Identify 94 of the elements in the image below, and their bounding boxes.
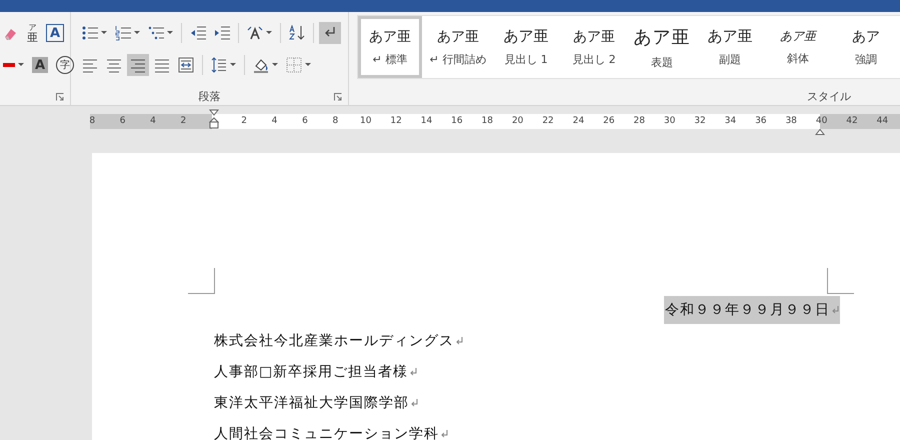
- ruler-number: 28: [632, 116, 646, 126]
- style-name: 表題: [651, 54, 673, 70]
- ruler-number: 22: [541, 116, 555, 126]
- distribute-icon: [178, 57, 194, 73]
- ruler-number: 2: [180, 116, 188, 126]
- caret-icon: [18, 63, 24, 67]
- show-marks-button[interactable]: [319, 22, 341, 44]
- bullet-list-icon: [82, 25, 98, 41]
- paragraph-mark-icon: [440, 429, 449, 438]
- style-name: 斜体: [787, 51, 809, 66]
- document-line: 人間社会コミュニケーション学科: [214, 424, 449, 440]
- ruler-number: 12: [389, 116, 403, 126]
- justify-icon: [154, 57, 170, 73]
- ruler-number: 26: [602, 116, 616, 126]
- caret-icon: [101, 31, 107, 35]
- style-item[interactable]: あア亜 副題: [698, 16, 762, 78]
- ruler-number: 8: [331, 116, 340, 126]
- ruler-number: 6: [301, 116, 309, 126]
- style-preview: あア亜: [780, 28, 816, 45]
- style-name: ↵ 行間詰め: [430, 52, 486, 66]
- style-item[interactable]: あア亜 ↵ 行間詰め: [426, 16, 490, 78]
- ruler-number: 24: [572, 116, 586, 126]
- style-name: 強調: [855, 52, 877, 66]
- style-preview: あア亜: [573, 28, 615, 46]
- indent-increase-icon: [214, 25, 230, 41]
- caret-icon: [167, 31, 173, 35]
- ruler-number: 30: [662, 116, 676, 126]
- ruler-number: 6: [118, 116, 126, 126]
- ruler-number: 40: [814, 116, 828, 126]
- style-name: ↵ 標準: [372, 52, 408, 66]
- paint-bucket-icon: [253, 57, 269, 73]
- line-spacing-icon: [211, 57, 227, 73]
- document-line: 人事部□新卒採用ご担当者様: [214, 362, 418, 380]
- style-preview: あア亜: [634, 26, 690, 48]
- sort-icon: [289, 25, 305, 41]
- group-label: 段落: [198, 88, 220, 104]
- document-line: 株式会社今北産業ホールディングス: [214, 332, 464, 350]
- ruler-number: 8: [88, 116, 96, 126]
- caret-icon: [230, 63, 236, 67]
- style-preview: あア亜: [369, 28, 411, 46]
- caret-icon: [134, 31, 140, 35]
- ruler-number: 38: [784, 116, 798, 126]
- align-right-button[interactable]: [127, 54, 149, 76]
- style-item[interactable]: あア亜 表題: [630, 16, 694, 78]
- ruler-number: 44: [876, 116, 890, 126]
- dialog-launcher-icon[interactable]: [56, 93, 64, 101]
- dialog-launcher-icon[interactable]: [334, 93, 342, 101]
- style-preview: あア亜: [437, 28, 479, 46]
- ruler-number: 32: [693, 116, 707, 126]
- style-item[interactable]: あア亜 見出し 2: [562, 16, 626, 78]
- paragraph-mark-icon: [410, 398, 419, 407]
- paragraph-mark-icon: [831, 305, 840, 314]
- style-name: 見出し 1: [504, 52, 548, 67]
- ruby-button[interactable]: ア 亜: [24, 22, 41, 44]
- ruler-number: 36: [754, 116, 768, 126]
- style-name: 副題: [719, 52, 741, 67]
- align-left-icon: [82, 57, 98, 73]
- align-right-icon: [130, 57, 146, 73]
- ruler-number: 42: [845, 116, 859, 126]
- paragraph-mark-icon: [455, 336, 464, 345]
- align-center-icon: [106, 57, 122, 73]
- caret-icon: [305, 63, 311, 67]
- style-name: 見出し 2: [572, 52, 616, 66]
- ruler-number: 2: [240, 116, 248, 126]
- crop-mark-icon: [188, 268, 215, 294]
- ruler-number: 34: [724, 116, 738, 126]
- color-bar-icon: [3, 63, 15, 67]
- letter-arrows-icon: [247, 25, 263, 41]
- style-item[interactable]: あア 強調: [834, 16, 898, 78]
- caret-icon: [272, 63, 278, 67]
- ruler-number: 4: [149, 116, 157, 126]
- crop-mark-icon: [827, 268, 854, 294]
- ruler-number: 10: [358, 116, 372, 126]
- style-preview: あア: [852, 28, 880, 46]
- ruler-number: 18: [480, 116, 494, 126]
- borders-icon: [286, 57, 302, 73]
- numbered-list-icon: [115, 25, 131, 41]
- indent-decrease-icon: [190, 25, 206, 41]
- boxed-button[interactable]: A: [43, 22, 67, 44]
- paragraph-mark-icon: [409, 367, 418, 376]
- multilevel-list-icon: [148, 25, 164, 41]
- style-item[interactable]: あア亜 斜体: [766, 16, 830, 78]
- style-preview: あア亜: [504, 27, 548, 46]
- style-item[interactable]: あア亜 ↵ 標準: [358, 16, 422, 78]
- group-label: スタイル: [807, 88, 851, 104]
- ruler-number: 20: [510, 116, 524, 126]
- style-item[interactable]: あア亜 見出し 1: [494, 16, 558, 78]
- caret-icon: [266, 31, 272, 35]
- ruler-number: 16: [450, 116, 464, 126]
- document-line: 東洋太平洋福祉大学国際学部: [214, 394, 419, 412]
- ruler-number: 4: [270, 116, 278, 126]
- style-preview: あア亜: [708, 27, 752, 46]
- shaded-button[interactable]: A: [29, 54, 51, 76]
- ruler-number: 14: [420, 116, 434, 126]
